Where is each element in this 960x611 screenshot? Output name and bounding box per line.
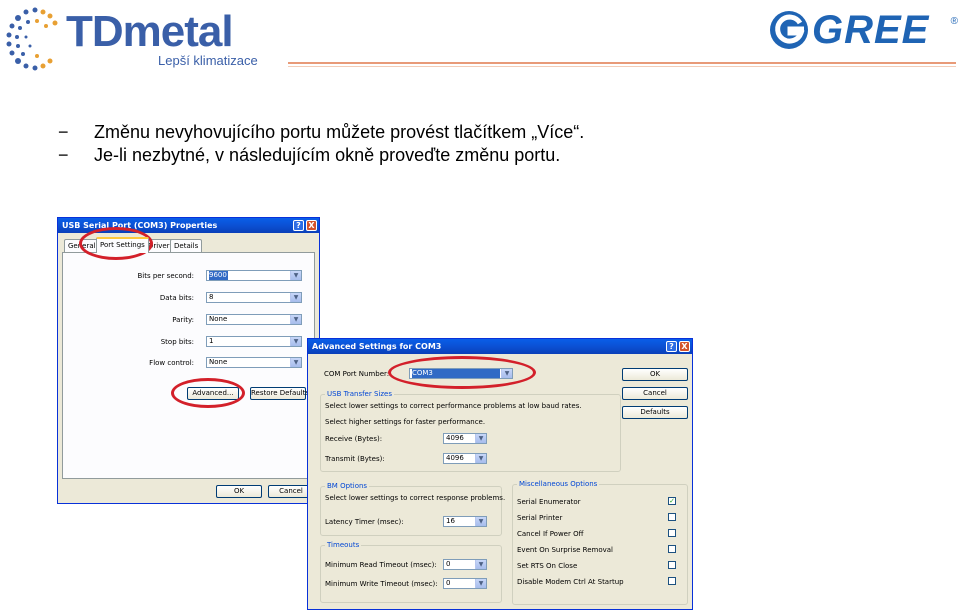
instruction-text: Je-li nezbytné, v následujícím okně prov…	[94, 145, 561, 165]
stop-bits-select[interactable]: 1 ▼	[206, 336, 302, 347]
flow-control-label: Flow control:	[149, 359, 194, 367]
restore-defaults-button[interactable]: Restore Defaults	[250, 387, 309, 400]
chevron-down-icon: ▼	[475, 454, 486, 463]
misc-options-group: Miscellaneous Options Serial Enumerator …	[512, 480, 688, 605]
bullet-dash: −	[58, 145, 69, 165]
tdmetal-tagline: Lepší klimatizace	[158, 53, 258, 68]
chevron-down-icon: ▼	[475, 434, 486, 443]
header-divider	[288, 62, 956, 64]
data-bits-label: Data bits:	[159, 294, 194, 302]
tdmetal-brand-text: TDmetal	[66, 7, 234, 56]
min-write-timeout-value: 0	[446, 579, 451, 587]
defaults-button[interactable]: Defaults	[622, 406, 688, 419]
close-button[interactable]: X	[306, 220, 317, 231]
bits-per-second-select[interactable]: 9600 ▼	[206, 270, 302, 281]
misc-option-label: Disable Modem Ctrl At Startup	[517, 578, 624, 586]
transmit-bytes-select[interactable]: 4096 ▼	[443, 453, 487, 464]
gree-logo: GREE ®	[770, 8, 960, 52]
usb-transfer-hint-low: Select lower settings to correct perform…	[325, 402, 582, 410]
close-button[interactable]: X	[679, 341, 690, 352]
instruction-item: − Změnu nevyhovujícího portu můžete prov…	[58, 121, 584, 144]
chevron-down-icon: ▼	[290, 315, 301, 324]
ok-button[interactable]: OK	[216, 485, 262, 498]
parity-select[interactable]: None ▼	[206, 314, 302, 325]
tab-port-settings[interactable]: Port Settings	[96, 237, 149, 253]
bm-options-hint: Select lower settings to correct respons…	[325, 494, 506, 502]
misc-option-label: Serial Enumerator	[517, 498, 581, 506]
chevron-down-icon: ▼	[290, 271, 301, 280]
latency-timer-value: 16	[446, 517, 455, 525]
disable-modem-ctrl-checkbox[interactable]	[668, 577, 676, 585]
instruction-item: − Je-li nezbytné, v následujícím okně pr…	[58, 144, 584, 167]
latency-timer-label: Latency Timer (msec):	[325, 518, 404, 526]
bm-options-title: BM Options	[325, 482, 370, 491]
receive-bytes-label: Receive (Bytes):	[325, 435, 383, 443]
bullet-dash: −	[58, 122, 69, 142]
ok-button[interactable]: OK	[622, 368, 688, 381]
advanced-button-highlight-ring	[171, 378, 245, 408]
timeouts-title: Timeouts	[325, 541, 362, 550]
instruction-list: − Změnu nevyhovujícího portu můžete prov…	[58, 121, 584, 167]
properties-window-title: USB Serial Port (COM3) Properties	[62, 221, 218, 230]
misc-options-title: Miscellaneous Options	[517, 480, 600, 489]
min-read-timeout-label: Minimum Read Timeout (msec):	[325, 561, 437, 569]
data-bits-select[interactable]: 8 ▼	[206, 292, 302, 303]
flow-control-value: None	[209, 358, 228, 366]
set-rts-on-close-checkbox[interactable]	[668, 561, 676, 569]
advanced-window-title: Advanced Settings for COM3	[312, 342, 442, 351]
usb-serial-properties-window: USB Serial Port (COM3) Properties ? X Ge…	[57, 217, 320, 504]
data-bits-value: 8	[209, 293, 214, 301]
advanced-title-bar: Advanced Settings for COM3 ? X	[308, 339, 692, 354]
receive-bytes-value: 4096	[446, 434, 464, 442]
tdmetal-logo-icon	[6, 7, 58, 71]
gree-brand-text: GREE	[812, 8, 930, 52]
cancel-if-power-off-checkbox[interactable]	[668, 529, 676, 537]
latency-timer-select[interactable]: 16 ▼	[443, 516, 487, 527]
usb-transfer-sizes-group: USB Transfer Sizes Select lower settings…	[320, 390, 621, 472]
cancel-button[interactable]: Cancel	[622, 387, 688, 400]
min-read-timeout-select[interactable]: 0 ▼	[443, 559, 487, 570]
transmit-bytes-value: 4096	[446, 454, 464, 462]
help-button[interactable]: ?	[293, 220, 304, 231]
chevron-down-icon: ▼	[475, 517, 486, 526]
transmit-bytes-label: Transmit (Bytes):	[325, 455, 385, 463]
bits-per-second-value: 9600	[209, 271, 228, 280]
flow-control-select[interactable]: None ▼	[206, 357, 302, 368]
port-settings-panel: Bits per second: 9600 ▼ Data bits: 8 ▼ P…	[62, 252, 315, 479]
event-on-surprise-removal-checkbox[interactable]	[668, 545, 676, 553]
usb-transfer-hint-high: Select higher settings for faster perfor…	[325, 418, 486, 426]
min-write-timeout-select[interactable]: 0 ▼	[443, 578, 487, 589]
gree-logo-icon	[770, 11, 808, 49]
timeouts-group: Timeouts Minimum Read Timeout (msec): 0 …	[320, 541, 502, 603]
usb-transfer-sizes-title: USB Transfer Sizes	[325, 390, 394, 399]
instruction-text: Změnu nevyhovujícího portu můžete provés…	[94, 122, 585, 142]
serial-printer-checkbox[interactable]	[668, 513, 676, 521]
chevron-down-icon: ▼	[290, 293, 301, 302]
chevron-down-icon: ▼	[290, 337, 301, 346]
tab-details[interactable]: Details	[170, 239, 203, 252]
com-port-number-label: COM Port Number:	[324, 370, 390, 378]
com-port-highlight-ring	[388, 356, 536, 389]
serial-enumerator-checkbox[interactable]: ✓	[668, 497, 676, 505]
tdmetal-logo: TDmetal Lepší klimatizace	[4, 4, 274, 72]
min-read-timeout-value: 0	[446, 560, 451, 568]
receive-bytes-select[interactable]: 4096 ▼	[443, 433, 487, 444]
min-write-timeout-label: Minimum Write Timeout (msec):	[325, 580, 438, 588]
parity-value: None	[209, 315, 228, 323]
stop-bits-value: 1	[209, 337, 214, 345]
misc-option-label: Set RTS On Close	[517, 562, 578, 570]
gree-registered-mark: ®	[950, 16, 958, 27]
stop-bits-label: Stop bits:	[160, 338, 194, 346]
misc-option-label: Serial Printer	[517, 514, 563, 522]
bits-per-second-label: Bits per second:	[137, 272, 194, 280]
misc-option-label: Cancel If Power Off	[517, 530, 584, 538]
parity-label: Parity:	[172, 316, 194, 324]
header-divider-thin	[288, 66, 956, 67]
bm-options-group: BM Options Select lower settings to corr…	[320, 482, 506, 536]
chevron-down-icon: ▼	[290, 358, 301, 367]
misc-option-label: Event On Surprise Removal	[517, 546, 613, 554]
help-button[interactable]: ?	[666, 341, 677, 352]
chevron-down-icon: ▼	[475, 560, 486, 569]
chevron-down-icon: ▼	[475, 579, 486, 588]
